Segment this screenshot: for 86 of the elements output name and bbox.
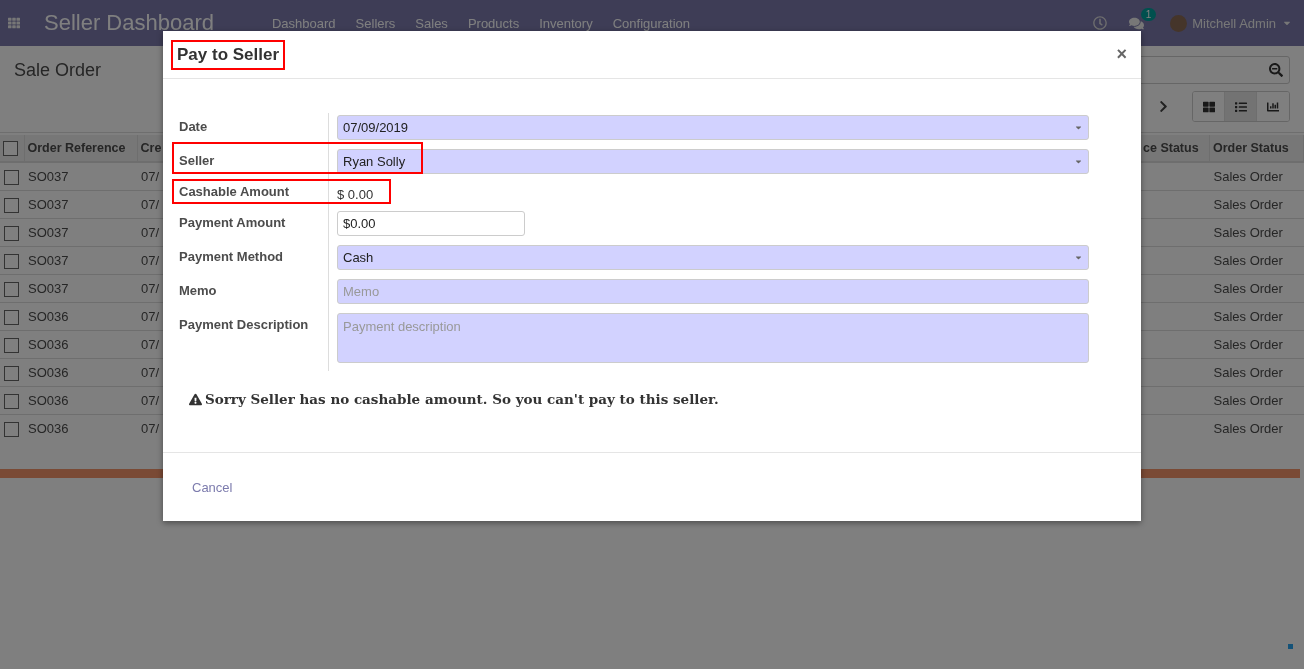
menu-item[interactable]: Products	[467, 15, 520, 31]
checkbox[interactable]	[3, 140, 18, 156]
close-button[interactable]: ×	[1112, 44, 1131, 65]
column-header[interactable]: Order Status	[1209, 135, 1304, 162]
field-label: Payment Description	[179, 316, 310, 332]
menu-item[interactable]: Sales	[415, 15, 448, 31]
table-cell: Sales Order	[1213, 197, 1283, 212]
avatar	[1170, 14, 1188, 32]
table-cell: Sales Order	[1213, 169, 1283, 184]
menu-item[interactable]: Sellers	[355, 15, 396, 31]
field-label: Date	[179, 118, 209, 134]
table-cell: SO036	[28, 421, 69, 436]
message-count: 1	[1140, 7, 1157, 21]
input-field[interactable]: $0.00	[337, 211, 525, 236]
table-cell: SO037	[28, 253, 69, 268]
select-field[interactable]: Ryan Solly	[337, 149, 1089, 174]
checkbox[interactable]	[4, 421, 19, 437]
next-icon[interactable]	[1157, 100, 1170, 113]
checkbox[interactable]	[4, 169, 19, 185]
checkbox[interactable]	[4, 309, 19, 325]
bar-chart-icon	[1267, 100, 1279, 113]
menu-item[interactable]: Inventory	[539, 15, 593, 31]
table-cell: 07/	[141, 225, 160, 240]
field-label: Seller	[179, 149, 328, 168]
caret-icon	[1074, 253, 1083, 262]
warning-icon	[189, 392, 202, 406]
checkbox[interactable]	[4, 253, 19, 269]
table-cell: SO036	[28, 365, 69, 380]
field-label: Memo	[179, 282, 218, 298]
checkbox[interactable]	[4, 337, 19, 353]
field-label: Cashable Amount	[179, 183, 328, 199]
menu-item[interactable]: Dashboard	[272, 15, 336, 31]
warning-text: Sorry Seller has no cashable amount. So you can't pay to this seller.	[205, 391, 719, 407]
kanban-icon	[1202, 100, 1215, 113]
apps-icon[interactable]	[8, 17, 20, 29]
table-cell: Sales Order	[1213, 281, 1283, 296]
table-cell: Sales Order	[1213, 393, 1283, 408]
checkbox[interactable]	[4, 393, 19, 409]
table-cell: 07/	[141, 365, 160, 380]
table-cell: SO036	[28, 337, 69, 352]
select-field[interactable]: Cash	[337, 245, 1089, 270]
input-field[interactable]: Memo	[337, 279, 1089, 304]
text-area[interactable]: Payment description	[337, 313, 1089, 363]
chat-icon[interactable]	[1129, 15, 1145, 31]
field-label: Payment Amount	[179, 214, 287, 230]
menu-item[interactable]: Configuration	[612, 15, 690, 31]
view-button[interactable]	[1225, 92, 1257, 121]
breadcrumb: Sale Order	[14, 60, 102, 81]
table-cell: SO037	[28, 197, 69, 212]
table-cell: 07/	[141, 197, 160, 212]
app-title: Seller Dashboard	[44, 10, 214, 36]
table-cell: SO037	[28, 225, 69, 240]
table-cell: 07/	[141, 169, 160, 184]
column-header[interactable]: ce Status	[1139, 135, 1210, 162]
caret-icon	[1074, 123, 1083, 132]
checkbox[interactable]	[4, 197, 19, 213]
clock-icon[interactable]	[1093, 16, 1108, 30]
dialog-title: Pay to Seller	[171, 39, 286, 70]
table-cell: SO036	[28, 309, 69, 324]
caret-icon	[1074, 157, 1083, 166]
table-cell: 07/	[141, 421, 160, 436]
table-cell: SO037	[28, 281, 69, 296]
table-cell: SO036	[28, 393, 69, 408]
column-header[interactable]: Order Reference	[24, 135, 137, 162]
cancel-link[interactable]: Cancel	[192, 479, 233, 495]
table-cell: Sales Order	[1213, 225, 1283, 240]
table-cell: 07/	[141, 253, 160, 268]
checkbox[interactable]	[4, 225, 19, 241]
checkbox[interactable]	[4, 281, 19, 297]
table-cell: Sales Order	[1213, 365, 1283, 380]
table-cell: 07/	[141, 309, 160, 324]
table-cell: 07/	[141, 281, 160, 296]
table-cell: Sales Order	[1213, 421, 1283, 436]
table-cell: SO037	[28, 169, 69, 184]
select-field[interactable]: 07/09/2019	[337, 115, 1089, 140]
field-label: Payment Method	[179, 248, 284, 264]
list-icon	[1234, 100, 1247, 113]
search-icon[interactable]	[1269, 63, 1283, 77]
view-button[interactable]	[1193, 92, 1225, 121]
table-cell: 07/	[141, 337, 160, 352]
checkbox[interactable]	[4, 365, 19, 381]
table-cell: 07/	[141, 393, 160, 408]
table-cell: Sales Order	[1213, 309, 1283, 324]
amount-value: $ 0.00	[337, 186, 374, 202]
table-cell: Sales Order	[1213, 337, 1283, 352]
table-cell: Sales Order	[1213, 253, 1283, 268]
